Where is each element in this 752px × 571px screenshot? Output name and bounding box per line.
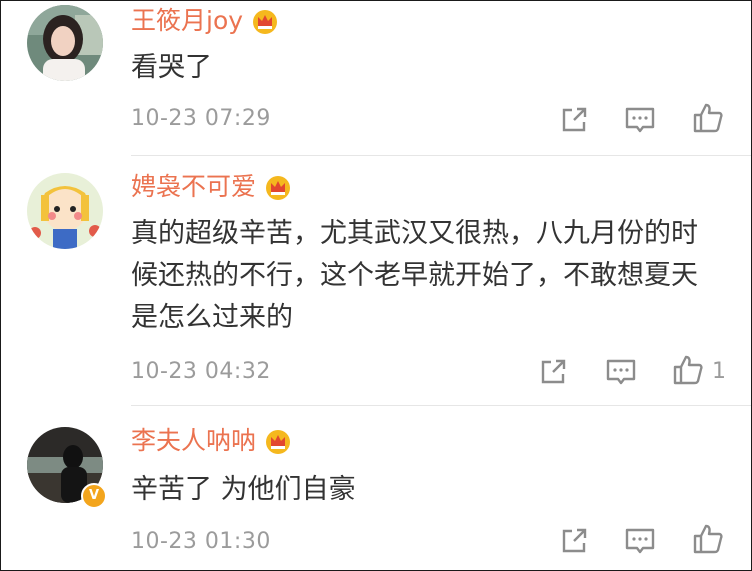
divider (131, 405, 751, 406)
comment-item: 王筱月joy 看哭了 10-23 07:29 (1, 1, 751, 156)
comment-timestamp: 10-23 04:32 (131, 359, 271, 384)
like-icon[interactable] (691, 522, 725, 556)
share-icon[interactable] (557, 103, 591, 137)
comment-timestamp: 10-23 01:30 (131, 529, 271, 554)
verified-badge: V (81, 483, 107, 509)
username-row: 李夫人呐呐 (131, 423, 292, 459)
username[interactable]: 李夫人呐呐 (131, 424, 256, 458)
comment-item: V 李夫人呐呐 辛苦了 为他们自豪 10-23 01:30 (1, 421, 751, 570)
username-row: 娉袅不可爱 (131, 169, 292, 205)
like-icon[interactable] (671, 353, 705, 387)
avatar[interactable] (27, 5, 103, 81)
divider (131, 155, 751, 156)
comment-icon[interactable] (623, 524, 657, 558)
comment-item: 娉袅不可爱 真的超级辛苦，尤其武汉又很热，八九月份的时候还热的不行，这个老早就开… (1, 167, 751, 407)
username-row: 王筱月joy (131, 3, 279, 39)
like-icon[interactable] (691, 101, 725, 135)
like-count: 1 (712, 359, 726, 384)
username[interactable]: 娉袅不可爱 (131, 170, 256, 204)
crown-vip-icon (253, 10, 278, 34)
share-icon[interactable] (557, 524, 591, 558)
comment-text: 真的超级辛苦，尤其武汉又很热，八九月份的时候还热的不行，这个老早就开始了，不敢想… (131, 218, 698, 333)
crown-vip-icon (266, 430, 291, 454)
comment-icon[interactable] (604, 355, 638, 389)
comment-text: 看哭了 (131, 52, 212, 83)
comment-text: 辛苦了 为他们自豪 (131, 474, 356, 505)
comment-icon[interactable] (623, 103, 657, 137)
crown-vip-icon (266, 176, 291, 200)
share-icon[interactable] (536, 355, 570, 389)
comment-list: 王筱月joy 看哭了 10-23 07:29 娉袅不可爱 真的超级辛苦，尤其武汉… (0, 0, 752, 571)
avatar[interactable] (27, 173, 103, 249)
username[interactable]: 王筱月joy (131, 4, 243, 38)
comment-timestamp: 10-23 07:29 (131, 106, 271, 131)
